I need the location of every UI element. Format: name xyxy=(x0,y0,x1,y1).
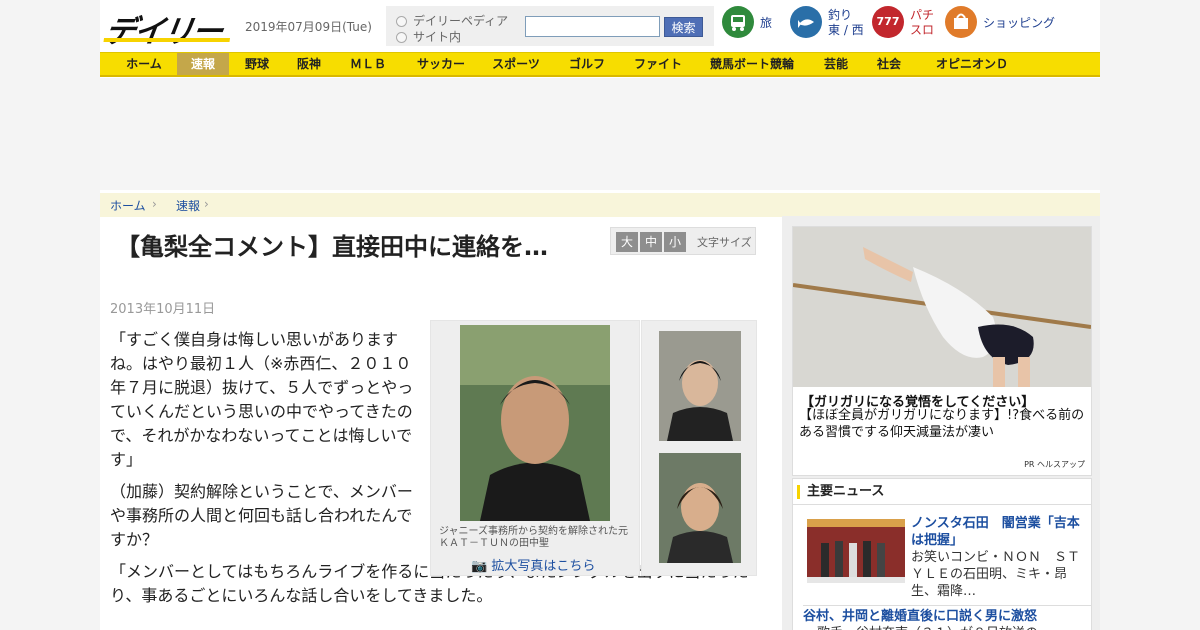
main-nav: ホーム 速報 野球 阪神 ＭＬＢ サッカー スポーツ ゴルフ ファイト 競馬ボー… xyxy=(100,52,1100,77)
enlarge-label: 拡大写真はこちら xyxy=(491,559,596,574)
nav-item-opinion[interactable]: オピニオンＤ xyxy=(917,53,1027,75)
nav-item-soccer[interactable]: サッカー xyxy=(404,53,478,75)
header: デイリー 2019年07月09日(Tue) デイリーペディア サイト内 検索 旅… xyxy=(100,0,1100,52)
travel-label: 旅 xyxy=(760,16,773,30)
thumbnail-photo[interactable] xyxy=(659,453,741,563)
main-photo-box: ジャニーズ事務所から契約を解除された元ＫＡＴ－ＴＵＮの田中聖 📷 拡大写真はこち… xyxy=(430,320,640,576)
chevron-right-icon: › xyxy=(204,197,209,211)
pachislo-link[interactable]: 777 パチ スロ xyxy=(872,6,942,44)
ad-banner-area xyxy=(100,78,1100,190)
page: デイリー 2019年07月09日(Tue) デイリーペディア サイト内 検索 旅… xyxy=(100,0,1100,630)
bus-icon xyxy=(722,6,754,38)
pr-ad-text: 【ほぼ全員がガリガリになります】!?食べる前のある習慣でする仰天減量法が凄い xyxy=(799,408,1085,440)
photo-caption: ジャニーズ事務所から契約を解除された元ＫＡＴ－ＴＵＮの田中聖 xyxy=(439,526,628,549)
travel-link[interactable]: 旅 xyxy=(722,6,772,44)
nav-item-keiba[interactable]: 競馬ボート競輪 xyxy=(697,53,807,75)
nav-item-entertainment[interactable]: 芸能 xyxy=(811,53,861,75)
fishing-region-links[interactable]: 東 / 西 xyxy=(828,23,864,37)
font-size-large-button[interactable]: 大 xyxy=(616,232,638,252)
article-date: 2013年10月11日 xyxy=(110,302,216,317)
photo-thumbnails xyxy=(641,320,757,576)
font-size-caption: 文字サイズ xyxy=(697,236,752,249)
enlarge-photo-link[interactable]: 📷 拡大写真はこちら xyxy=(471,555,595,574)
camera-icon: 📷 xyxy=(471,559,488,574)
fishing-label-1: 釣り xyxy=(828,8,853,22)
shopping-icon xyxy=(945,6,977,38)
news-thumbnail[interactable] xyxy=(807,519,905,583)
shopping-link[interactable]: ショッピング xyxy=(945,6,1065,44)
nav-item-mlb[interactable]: ＭＬＢ xyxy=(336,53,400,75)
pachislo-label: パチ スロ xyxy=(910,8,934,38)
pr-ad[interactable]: 【ガリガリになる覚悟をしてください】 【ほぼ全員がガリガリになります】!?食べる… xyxy=(792,226,1092,476)
sidebar: 【ガリガリになる覚悟をしてください】 【ほぼ全員がガリガリになります】!?食べる… xyxy=(782,216,1100,630)
article-paragraph: 「すごく僕自身は悔しい思いがありますね。はやり最初１人（※赤西仁、２０１０年７月… xyxy=(110,330,414,469)
radio-label: デイリーペディア xyxy=(413,14,509,28)
article-title: 【亀梨全コメント】直接田中に連絡を… xyxy=(116,233,548,261)
article-paragraph: （加藤）契約解除ということで、メンバーや事務所の人間と何回も話し合われたんですか… xyxy=(110,482,413,549)
shopping-label: ショッピング xyxy=(983,16,1056,30)
font-size-medium-button[interactable]: 中 xyxy=(640,232,662,252)
search-button[interactable]: 検索 xyxy=(664,17,703,37)
pr-ad-sponsor: PR ヘルスアップ xyxy=(1024,460,1085,469)
main-photo[interactable] xyxy=(460,325,610,521)
nav-item-baseball[interactable]: 野球 xyxy=(233,53,281,75)
news-title-link[interactable]: ノンスタ石田 闇営業「吉本は把握」 xyxy=(911,515,1087,549)
nav-item-hanshin[interactable]: 阪神 xyxy=(286,53,332,75)
nav-item-home[interactable]: ホーム xyxy=(112,53,176,75)
nav-item-golf[interactable]: ゴルフ xyxy=(555,53,619,75)
radio-label: サイト内 xyxy=(413,30,462,44)
chevron-right-icon: › xyxy=(152,197,157,211)
slot-icon: 777 xyxy=(872,6,904,38)
main-news-heading: 主要ニュース xyxy=(793,479,1091,505)
font-size-small-button[interactable]: 小 xyxy=(664,232,686,252)
news-snippet: 歌手・谷村奈南（３１）が８日放送の xyxy=(817,622,1087,630)
nav-item-society[interactable]: 社会 xyxy=(865,53,913,75)
pr-ad-image xyxy=(793,227,1091,387)
news-snippet: お笑いコンビ・ＮＯＮ ＳＴＹＬＥの石田明、ミキ・昂生、霜降… xyxy=(911,550,1081,599)
breadcrumb: ホーム › 速報 › xyxy=(100,193,1100,217)
font-size-control: 大 中 小 文字サイズ xyxy=(610,227,756,255)
nav-item-sports[interactable]: スポーツ xyxy=(482,53,550,75)
thumbnail-photo[interactable] xyxy=(659,331,741,441)
search-box: デイリーペディア サイト内 検索 xyxy=(386,6,714,46)
main-news-box: 主要ニュース ノンスタ石田 闇営業「吉本は把握」 お笑いコンビ・ＮＯＮ ＳＴＹＬ… xyxy=(792,478,1092,630)
nav-item-fight[interactable]: ファイト xyxy=(623,53,693,75)
site-logo[interactable]: デイリー xyxy=(102,6,234,50)
radio-icon xyxy=(396,32,407,43)
search-input[interactable] xyxy=(525,16,660,37)
radio-icon xyxy=(396,16,407,27)
fishing-link[interactable]: 釣り東 / 西 xyxy=(790,6,864,44)
fishing-icon xyxy=(790,6,822,38)
breadcrumb-home[interactable]: ホーム xyxy=(110,197,146,214)
search-option-site[interactable]: サイト内 xyxy=(396,28,461,45)
current-date: 2019年07月09日(Tue) xyxy=(245,20,372,34)
pachislo-label-1: パチ xyxy=(910,8,935,22)
nav-item-breaking[interactable]: 速報 xyxy=(177,53,229,75)
fishing-label: 釣り東 / 西 xyxy=(828,8,864,38)
search-option-dailypedia[interactable]: デイリーペディア xyxy=(396,12,508,29)
breadcrumb-breaking[interactable]: 速報 xyxy=(176,197,200,214)
pachislo-label-2: スロ xyxy=(910,23,935,37)
